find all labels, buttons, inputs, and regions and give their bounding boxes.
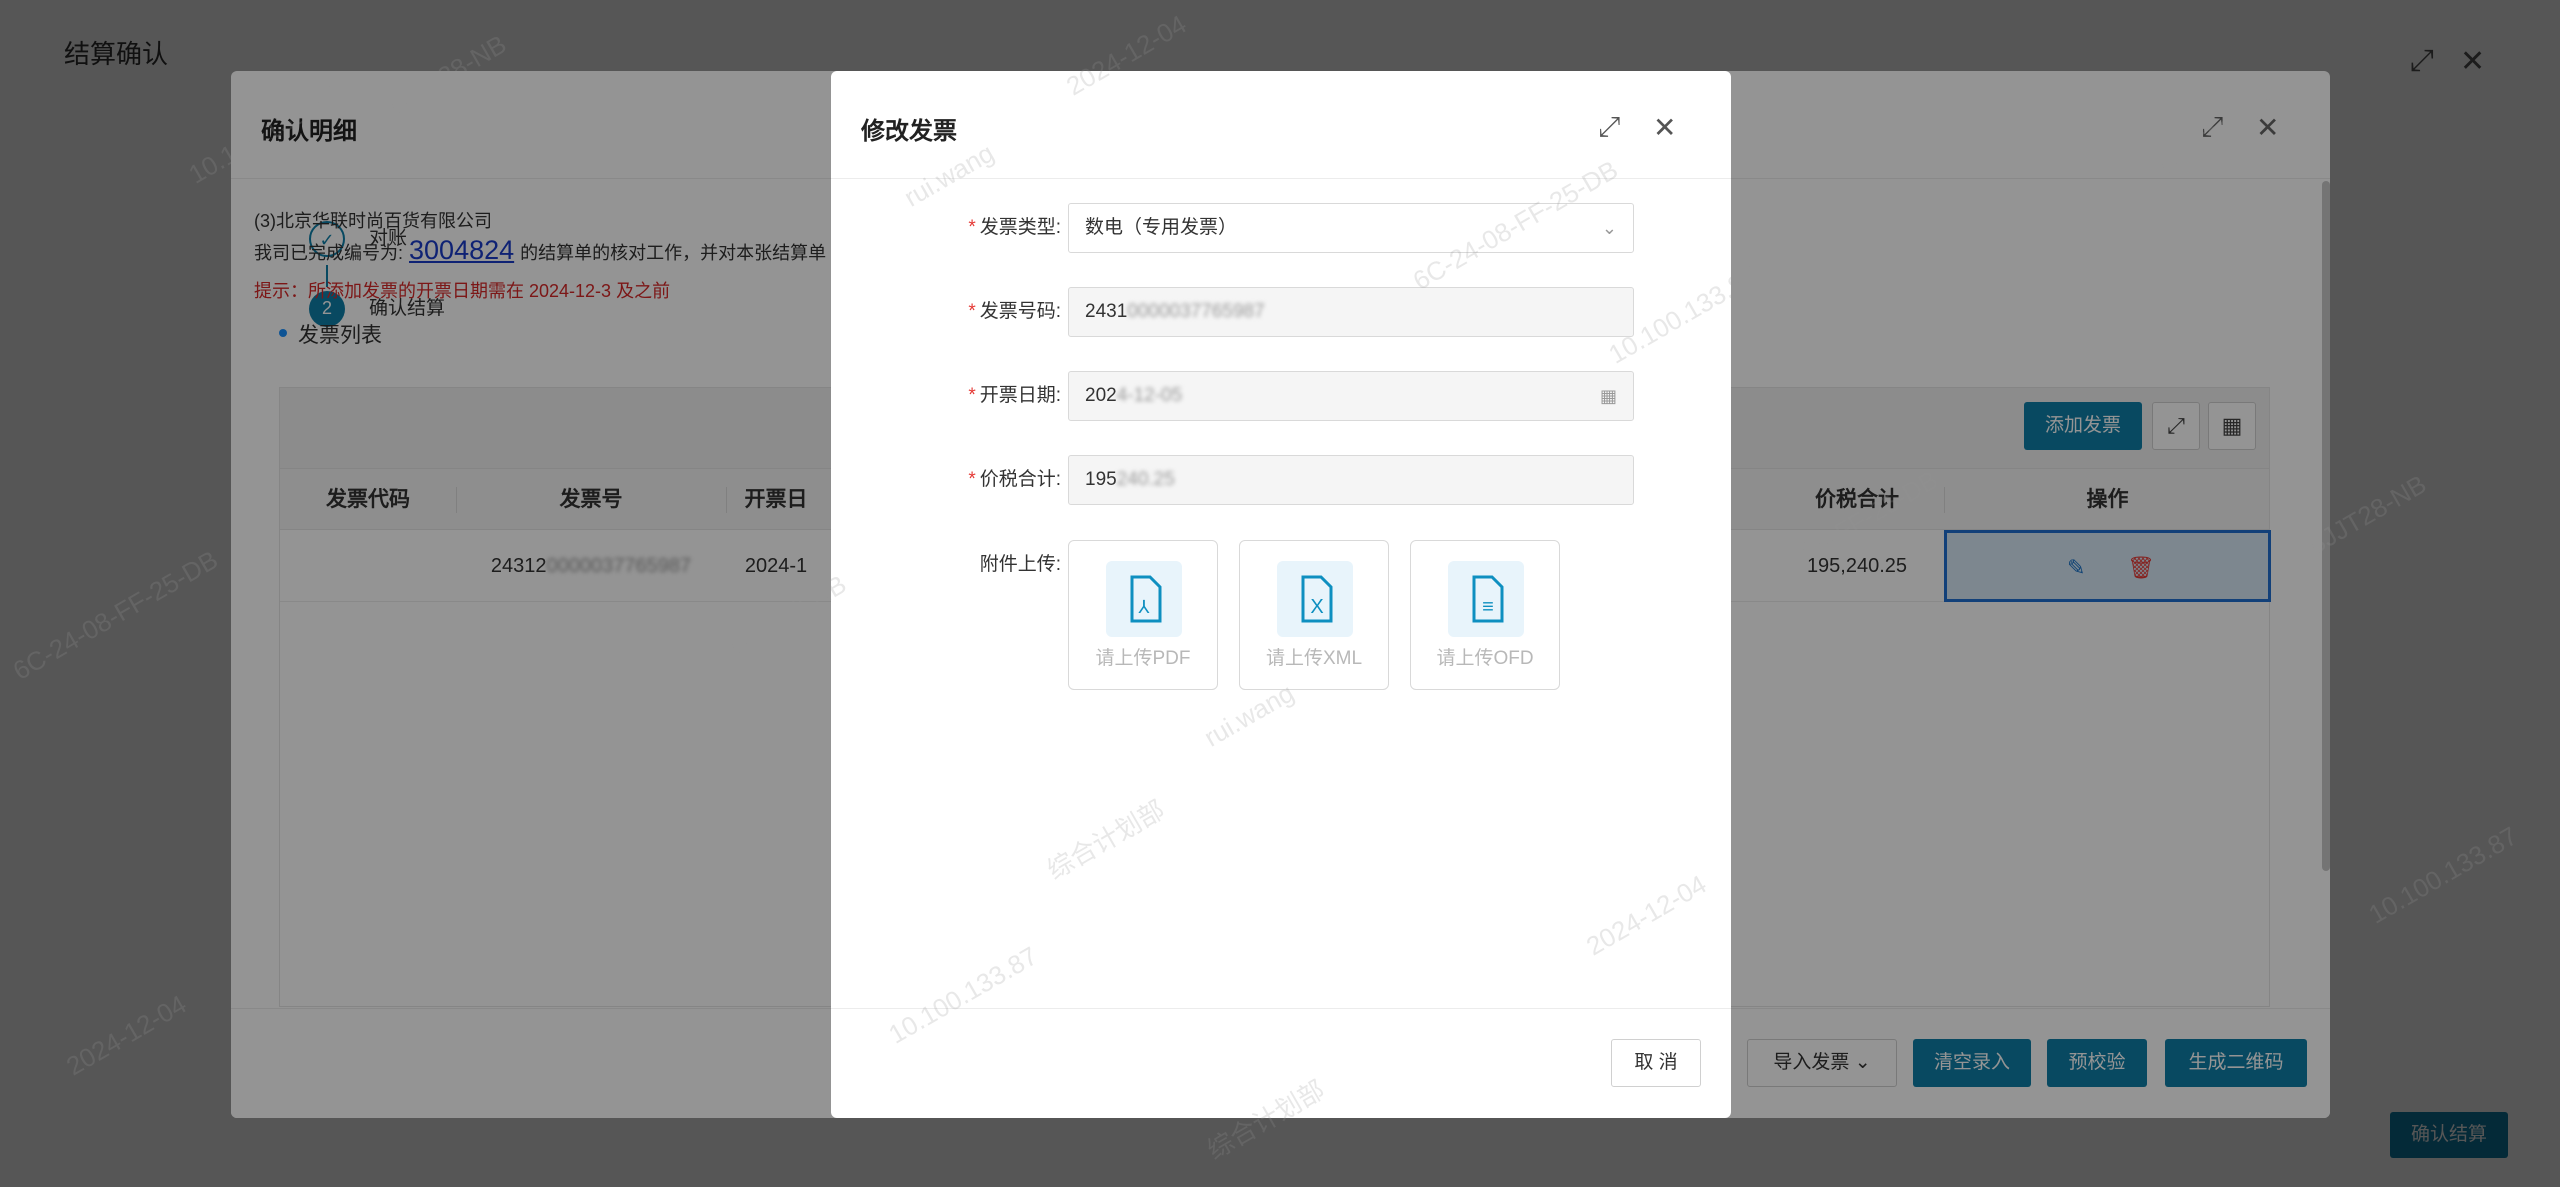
invoice-date-label: * 开票日期: xyxy=(968,385,1061,406)
upload-label: 请上传PDF xyxy=(1095,648,1191,669)
pdf-file-icon: ⅄ xyxy=(1106,561,1182,637)
calendar-icon[interactable]: ▦ xyxy=(1600,372,1617,420)
upload-label: 请上传OFD xyxy=(1436,648,1534,669)
amount-label: * 价税合计: xyxy=(968,469,1061,490)
amount-row: * 价税合计: 195240.25 xyxy=(831,455,1731,505)
invoice-date-row: * 开票日期: 2024-12-05 ▦ xyxy=(831,371,1731,421)
cancel-button[interactable]: 取 消 xyxy=(1611,1039,1701,1087)
svg-text:≡: ≡ xyxy=(1482,596,1494,618)
upload-pdf[interactable]: ⅄ 请上传PDF xyxy=(1068,540,1218,690)
xml-file-icon: X xyxy=(1277,561,1353,637)
invoice-type-select[interactable]: 数电（专用发票） ⌄ xyxy=(1068,203,1634,253)
upload-xml[interactable]: X 请上传XML xyxy=(1239,540,1389,690)
close-icon[interactable]: ✕ xyxy=(1653,111,1676,144)
modal-title: 修改发票 xyxy=(861,118,957,145)
invoice-type-row: * 发票类型: 数电（专用发票） ⌄ xyxy=(831,203,1731,253)
modal-footer: 取 消 xyxy=(831,1008,1731,1118)
edit-invoice-modal: 修改发票 ⤢ ✕ * 发票类型: 数电（专用发票） ⌄ * 发票号码: 243100… xyxy=(831,71,1731,1118)
fullscreen-icon[interactable]: ⤢ xyxy=(1598,111,1620,144)
upload-ofd[interactable]: ≡ 请上传OFD xyxy=(1410,540,1560,690)
invoice-date-input[interactable]: 2024-12-05 ▦ xyxy=(1068,371,1634,421)
masked-value: 240.25 xyxy=(1116,469,1175,490)
attachment-row: 附件上传: ⅄ 请上传PDF X 请上传XML ≡ 请上传OFD xyxy=(831,540,1731,700)
invoice-type-label: * 发票类型: xyxy=(968,217,1061,238)
masked-value: 0000037765987 xyxy=(1127,301,1265,322)
chevron-down-icon: ⌄ xyxy=(1601,218,1617,238)
amount-input[interactable]: 195240.25 xyxy=(1068,455,1634,505)
invoice-number-row: * 发票号码: 24310000037765987 xyxy=(831,287,1731,337)
svg-text:⅄: ⅄ xyxy=(1139,597,1151,617)
modal-header: 修改发票 ⤢ ✕ xyxy=(831,71,1731,179)
attachment-label: 附件上传: xyxy=(979,554,1061,575)
ofd-file-icon: ≡ xyxy=(1448,561,1524,637)
upload-label: 请上传XML xyxy=(1265,648,1363,669)
svg-text:X: X xyxy=(1310,596,1323,618)
invoice-number-input[interactable]: 24310000037765987 xyxy=(1068,287,1634,337)
invoice-number-label: * 发票号码: xyxy=(968,301,1061,322)
masked-value: 4-12-05 xyxy=(1116,385,1183,406)
